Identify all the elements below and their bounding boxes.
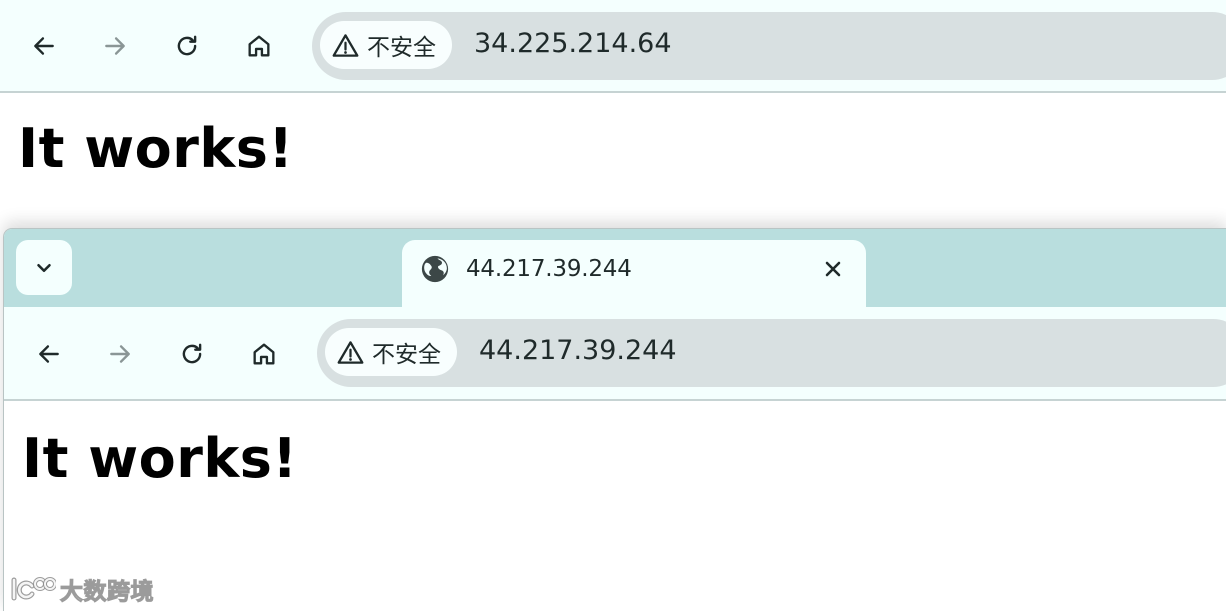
home-icon [253, 343, 275, 365]
watermark: 大数跨境 [10, 573, 155, 606]
browser-window-back: 不安全 34.225.214.64 It works! [0, 0, 1226, 230]
arrow-left-icon [34, 37, 54, 55]
tab-search-button[interactable] [16, 240, 72, 295]
tab-title: 44.217.39.244 [466, 256, 632, 282]
address-bar[interactable]: 不安全 44.217.39.244 [317, 319, 1226, 387]
tab-close-button[interactable] [821, 257, 845, 285]
security-chip[interactable]: 不安全 [325, 328, 457, 376]
reload-button[interactable] [170, 332, 214, 376]
security-chip[interactable]: 不安全 [320, 21, 452, 69]
reload-button[interactable] [165, 24, 209, 68]
warning-triangle-icon [337, 340, 364, 364]
home-button[interactable] [242, 332, 286, 376]
home-icon [248, 35, 270, 57]
arrow-right-icon [110, 345, 130, 363]
browser-toolbar: 不安全 34.225.214.64 [0, 0, 1226, 93]
back-button[interactable] [22, 24, 66, 68]
close-icon [825, 261, 841, 277]
watermark-text: 大数跨境 [60, 579, 155, 606]
address-bar[interactable]: 不安全 34.225.214.64 [312, 12, 1226, 80]
page-heading: It works! [18, 117, 294, 180]
browser-tab[interactable]: 44.217.39.244 [402, 240, 866, 310]
reload-icon [177, 35, 197, 56]
home-button[interactable] [237, 24, 281, 68]
screenshot-stage: 不安全 34.225.214.64 It works! 44.217.39.24… [0, 0, 1226, 611]
url-text[interactable]: 34.225.214.64 [474, 28, 672, 59]
forward-button[interactable] [98, 332, 142, 376]
reload-icon [182, 343, 202, 364]
warning-triangle-icon [332, 33, 359, 57]
security-label: 不安全 [367, 35, 436, 61]
chevron-down-icon [37, 263, 51, 272]
back-button[interactable] [27, 332, 71, 376]
url-text[interactable]: 44.217.39.244 [479, 335, 677, 366]
globe-icon [420, 254, 450, 288]
security-label: 不安全 [372, 342, 441, 368]
page-heading: It works! [22, 427, 298, 490]
arrow-right-icon [105, 37, 125, 55]
tab-strip: 44.217.39.244 [4, 229, 1226, 310]
watermark-logo [11, 577, 56, 601]
browser-toolbar: 不安全 44.217.39.244 [4, 307, 1226, 401]
arrow-left-icon [39, 345, 59, 363]
browser-window-front: 44.217.39.244 不安全 44.217.39.244 It works… [3, 228, 1226, 611]
forward-button[interactable] [93, 24, 137, 68]
